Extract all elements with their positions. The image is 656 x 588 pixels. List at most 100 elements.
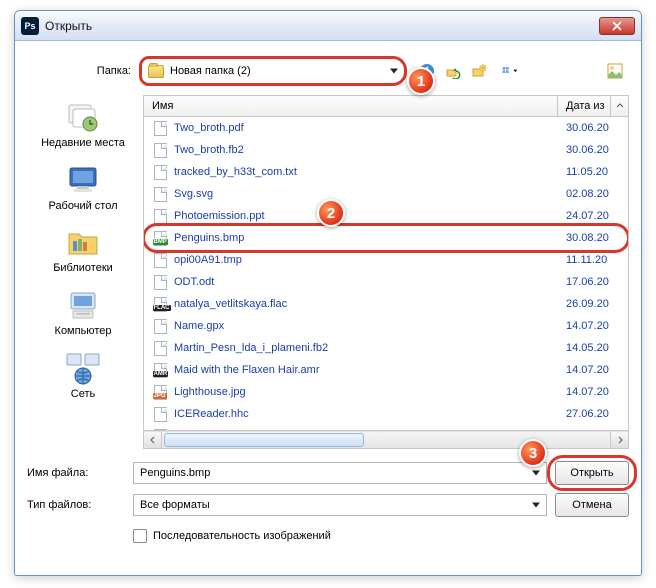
- file-name-cell: ODT.odt: [144, 274, 558, 290]
- desktop-icon: [63, 162, 103, 198]
- cancel-button[interactable]: Отмена: [555, 493, 629, 517]
- file-name: Two_broth.fb2: [174, 144, 244, 156]
- file-date: 14.07.20: [558, 320, 628, 332]
- network-icon: [63, 350, 103, 386]
- file-date: 11.11.20: [558, 254, 628, 266]
- callout-badge-2: 2: [317, 199, 345, 227]
- sequence-row: Последовательность изображений: [133, 529, 629, 543]
- scroll-thumb[interactable]: [164, 433, 364, 447]
- file-date: 18.07.20: [558, 430, 628, 431]
- places-bar: Недавние местаРабочий стол Библиотеки Комп…: [27, 95, 139, 449]
- place-libraries[interactable]: Библиотеки: [27, 220, 139, 279]
- filename-input[interactable]: Penguins.bmp: [133, 462, 547, 484]
- callout-badge-1: 1: [407, 67, 435, 95]
- file-name: Photoemission.ppt: [174, 210, 265, 222]
- file-date: 30.08.20: [558, 232, 628, 244]
- horizontal-scrollbar[interactable]: [143, 431, 629, 449]
- file-row[interactable]: Name.gpx 14.07.20: [144, 315, 628, 337]
- file-row[interactable]: FLAC natalya_vetlitskaya.flac 26.09.20: [144, 293, 628, 315]
- computer-icon: [63, 287, 103, 323]
- file-row[interactable]: Two_broth.pdf30.06.20: [144, 117, 628, 139]
- file-name: Name.gpx: [174, 320, 224, 332]
- file-list[interactable]: Two_broth.pdf30.06.20Two_broth.fb230.06.…: [143, 117, 629, 431]
- file-icon: [152, 186, 168, 202]
- file-name-cell: JPGLighthouse.jpg: [144, 384, 558, 400]
- file-name-cell: AMRMaid with the Flaxen Hair.amr: [144, 362, 558, 378]
- nav-up-button[interactable]: [443, 61, 463, 81]
- folder-combo[interactable]: Новая папка (2): [139, 56, 407, 86]
- chevron-down-icon: [532, 503, 540, 508]
- file-name-cell: FLAC natalya_vetlitskaya.flac: [144, 296, 558, 312]
- file-row[interactable]: opi00A91.tmp11.11.20: [144, 249, 628, 271]
- file-icon: JPG: [152, 384, 168, 400]
- scroll-right-button[interactable]: [610, 432, 628, 448]
- file-name: Maid with the Flaxen Hair.amr: [174, 364, 320, 376]
- file-name-cell: Two_broth.fb2: [144, 142, 558, 158]
- file-name-cell: opi00A91.tmp: [144, 252, 558, 268]
- place-label: Компьютер: [55, 325, 112, 338]
- file-date: 14.07.20: [558, 364, 628, 376]
- chevron-down-icon: [532, 471, 540, 476]
- file-icon: [152, 252, 168, 268]
- open-button[interactable]: Открыть: [555, 461, 629, 485]
- file-row[interactable]: JPGLighthouse.jpg14.07.20: [144, 381, 628, 403]
- close-button[interactable]: [599, 17, 635, 35]
- file-row[interactable]: Photoemission.ppt 24.07.20: [144, 205, 628, 227]
- filetype-row: Тип файлов: Все форматы Отмена: [27, 493, 629, 517]
- place-network[interactable]: Сеть: [27, 346, 139, 405]
- file-row[interactable]: ODT.odt 17.06.20: [144, 271, 628, 293]
- file-row[interactable]: BMPPenguins.bmp30.08.20: [144, 227, 628, 249]
- file-row[interactable]: RARgallery_chertezhi_1.rar18.07.20: [144, 425, 628, 431]
- place-desktop[interactable]: Рабочий стол: [27, 158, 139, 217]
- file-header: Имя Дата из: [143, 95, 629, 117]
- file-name-cell: RARgallery_chertezhi_1.rar: [144, 428, 558, 431]
- file-date: 17.06.20: [558, 276, 628, 288]
- views-button[interactable]: [495, 61, 525, 81]
- file-row[interactable]: tracked_by_h33t_com.txt11.05.20: [144, 161, 628, 183]
- file-icon: FLAC: [152, 296, 168, 312]
- file-date: 14.07.20: [558, 386, 628, 398]
- place-label: Библиотеки: [53, 262, 113, 275]
- file-name: Two_broth.pdf: [174, 122, 244, 134]
- file-icon: [152, 208, 168, 224]
- recent-icon: [63, 99, 103, 135]
- thumbnail-toggle-button[interactable]: [605, 61, 625, 81]
- file-date: 24.07.20: [558, 210, 628, 222]
- open-dialog: Ps Открыть Папка: Новая папка (2): [14, 10, 642, 576]
- file-date: 26.09.20: [558, 298, 628, 310]
- file-row[interactable]: ICEReader.hhc27.06.20: [144, 403, 628, 425]
- file-name-cell: tracked_by_h33t_com.txt: [144, 164, 558, 180]
- file-row[interactable]: Martin_Pesn_lda_i_plameni.fb214.05.20: [144, 337, 628, 359]
- file-name: ICEReader.hhc: [174, 408, 249, 420]
- file-icon: [152, 318, 168, 334]
- file-pane: Имя Дата из Two_broth.pdf30.06.20Two_bro…: [143, 95, 629, 449]
- callout-badge-3: 3: [519, 439, 547, 467]
- file-name-cell: Martin_Pesn_lda_i_plameni.fb2: [144, 340, 558, 356]
- window-title: Открыть: [45, 19, 599, 33]
- file-name: natalya_vetlitskaya.flac: [174, 298, 287, 310]
- folder-label: Папка:: [27, 65, 139, 77]
- place-computer[interactable]: Компьютер: [27, 283, 139, 342]
- file-row[interactable]: AMRMaid with the Flaxen Hair.amr14.07.20: [144, 359, 628, 381]
- filetype-label: Тип файлов:: [27, 499, 133, 511]
- file-row[interactable]: Two_broth.fb230.06.20: [144, 139, 628, 161]
- file-row[interactable]: Svg.svg02.08.20: [144, 183, 628, 205]
- file-name: Martin_Pesn_lda_i_plameni.fb2: [174, 342, 328, 354]
- column-header-name[interactable]: Имя: [144, 96, 558, 116]
- file-name: gallery_chertezhi_1.rar: [174, 430, 286, 431]
- photoshop-icon: Ps: [21, 17, 39, 35]
- file-icon: BMP: [152, 230, 168, 246]
- header-chevron-icon[interactable]: [610, 96, 628, 116]
- folder-value: Новая папка (2): [170, 65, 388, 77]
- libraries-icon: [63, 224, 103, 260]
- scroll-left-button[interactable]: [144, 432, 162, 448]
- new-folder-button[interactable]: [469, 61, 489, 81]
- file-name-cell: BMPPenguins.bmp: [144, 230, 558, 246]
- file-name: ODT.odt: [174, 276, 214, 288]
- place-label: Сеть: [71, 388, 95, 401]
- file-name: tracked_by_h33t_com.txt: [174, 166, 297, 178]
- place-recent[interactable]: Недавние места: [27, 95, 139, 154]
- filetype-combo[interactable]: Все форматы: [133, 494, 547, 516]
- file-icon: [152, 120, 168, 136]
- sequence-checkbox[interactable]: [133, 529, 147, 543]
